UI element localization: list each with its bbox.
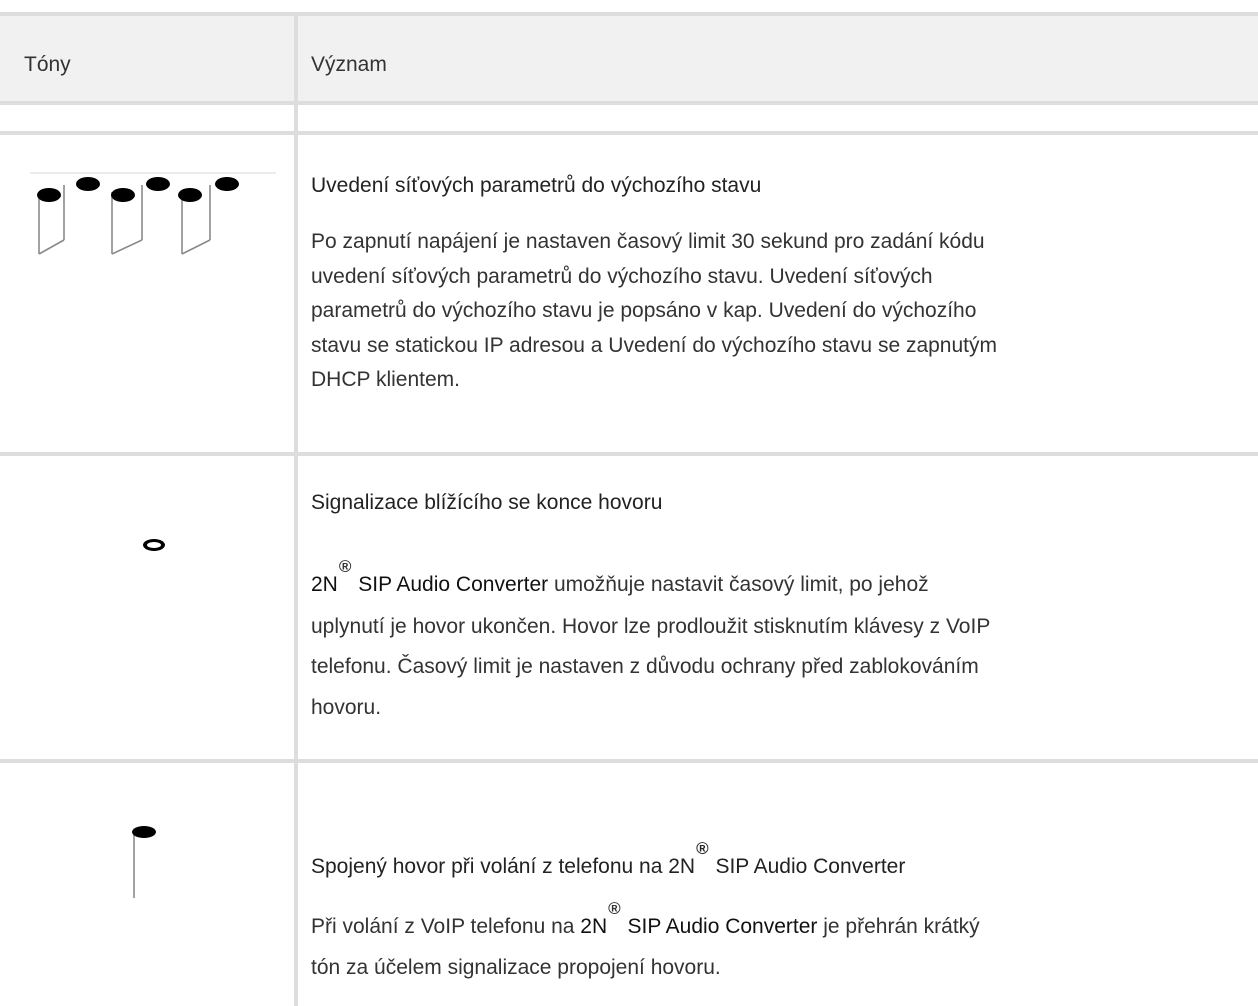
whole-note-icon — [143, 539, 165, 551]
three-tones-icon — [30, 172, 276, 255]
description-line: telefonu. Časový limit je nastaven z dův… — [311, 655, 979, 678]
header-meaning: Význam — [311, 53, 387, 76]
row-divider — [0, 759, 1258, 763]
single-note-icon — [132, 826, 156, 898]
brand-prefix: 2N — [311, 573, 338, 596]
description-line: DHCP klientem. — [311, 368, 460, 392]
brand-name: SIP Audio Converter — [621, 915, 818, 938]
table-top-border — [0, 12, 1258, 16]
header-tones: Tóny — [24, 53, 71, 76]
row-title: Spojený hovor při volání z telefonu na 2… — [311, 839, 906, 882]
row-description: Po zapnutí napájení je nastaven časový l… — [311, 225, 1246, 398]
table-header — [0, 16, 1258, 102]
description-text: je přehrán krátký — [817, 915, 980, 938]
description-line: 2N® SIP Audio Converter umožňuje nastavi… — [311, 557, 1246, 607]
description-line: tón za účelem signalizace propojení hovo… — [311, 956, 721, 979]
title-text: SIP Audio Converter — [709, 855, 906, 878]
row-divider — [0, 131, 1258, 135]
description-line: uvedení síťových parametrů do výchozího … — [311, 264, 933, 288]
column-divider — [294, 12, 298, 1006]
row-title: Uvedení síťových parametrů do výchozího … — [311, 174, 762, 197]
description-line: Po zapnutí napájení je nastaven časový l… — [311, 230, 985, 253]
brand-prefix: 2N — [580, 915, 608, 938]
description-text: umožňuje nastavit časový limit, po jehož — [548, 573, 929, 596]
description-line: parametrů do výchozího stavu je popsáno … — [311, 299, 977, 323]
row-description: 2N® SIP Audio Converter umožňuje nastavi… — [311, 557, 1246, 728]
row-divider — [0, 452, 1258, 456]
description-line: hovoru. — [311, 695, 382, 719]
description-line: Při volání z VoIP telefonu na 2N® SIP Au… — [311, 899, 1246, 948]
title-text: Spojený hovor při volání z telefonu na 2… — [311, 855, 696, 878]
registered-mark: ® — [608, 899, 621, 918]
description-line: stavu se statickou IP adresou a Uvedení … — [311, 333, 997, 357]
description-text: Při volání z VoIP telefonu na — [311, 915, 581, 938]
row-title: Signalizace blížícího se konce hovoru — [311, 491, 663, 514]
description-line: uplynutí je hovor ukončen. Hovor lze pro… — [311, 614, 991, 638]
registered-mark: ® — [338, 557, 352, 576]
row-description: Při volání z VoIP telefonu na 2N® SIP Au… — [311, 899, 1246, 988]
brand-name: SIP Audio Converter — [352, 573, 549, 596]
tones-table: Tóny Význam Uvedení síťových parametrů d… — [0, 0, 1258, 1006]
header-divider — [0, 101, 1258, 105]
registered-mark: ® — [696, 839, 709, 858]
